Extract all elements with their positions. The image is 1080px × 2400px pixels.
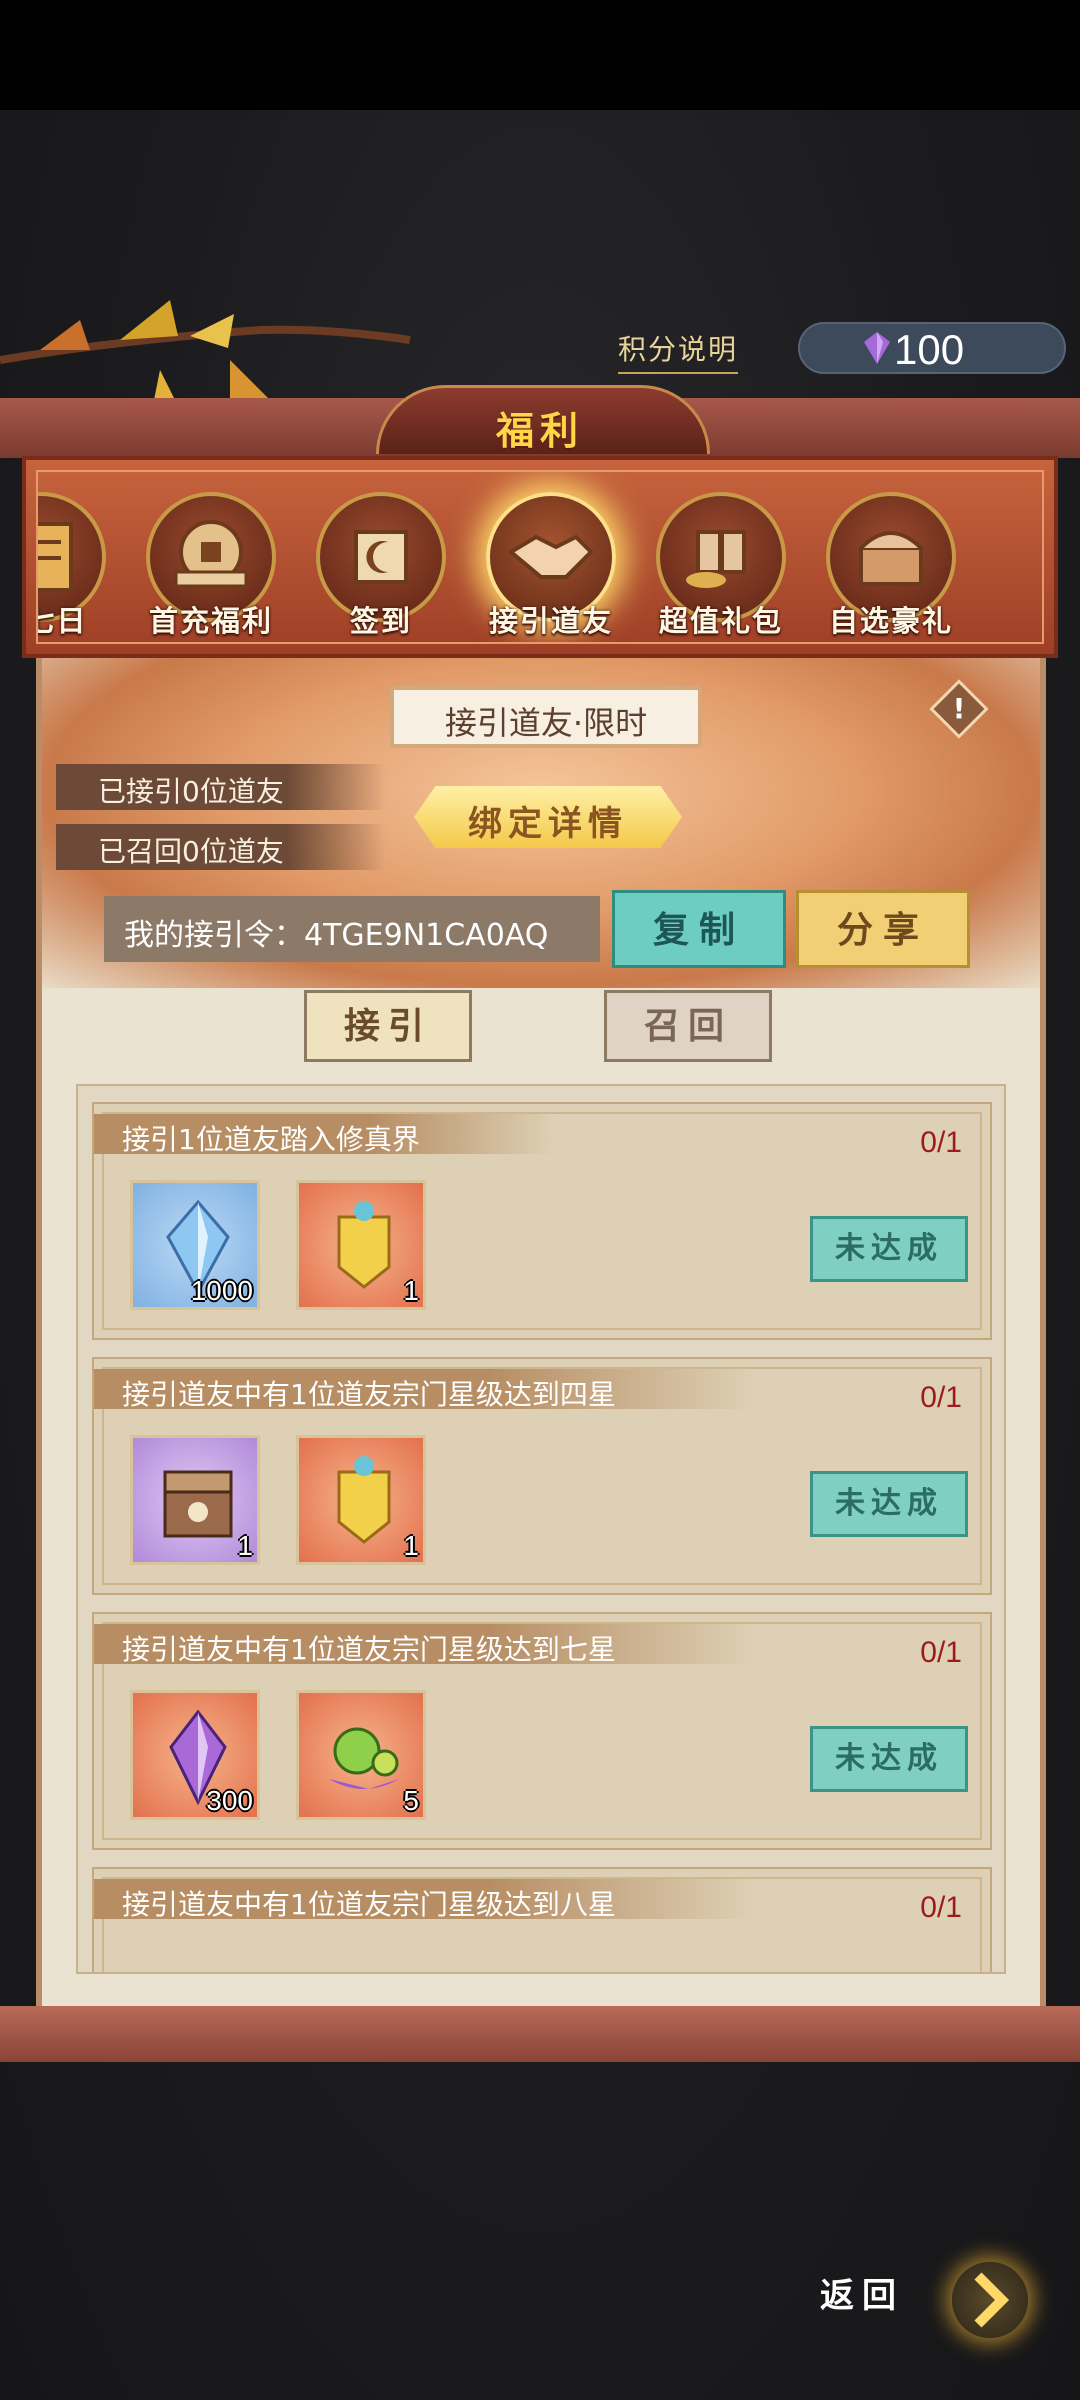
task-title: 接引道友中有1位道友宗门星级达到四星	[122, 1378, 616, 1411]
tab-label: 接引道友	[488, 604, 613, 638]
info-button[interactable]: !	[929, 679, 989, 739]
copy-button[interactable]: 复制	[612, 890, 786, 968]
tab-strip: 豪七日 首充福利 签到 接引道友 超值礼包 自选豪礼	[22, 456, 1058, 658]
points-value: 100	[894, 326, 965, 373]
info-icon: !	[952, 692, 966, 725]
reward-qty: 1000	[190, 1275, 253, 1306]
scroll-glyph	[38, 522, 73, 592]
tab-value-pack[interactable]: 超值礼包	[636, 472, 806, 642]
status-button[interactable]: 未达成	[810, 1216, 968, 1282]
tab-label: 签到	[349, 604, 412, 638]
status-button[interactable]: 未达成	[810, 1471, 968, 1537]
back-button[interactable]	[952, 2262, 1028, 2338]
task-title: 接引道友中有1位道友宗门星级达到八星	[122, 1888, 616, 1921]
status-button[interactable]: 未达成	[810, 1726, 968, 1792]
tab-seven-day[interactable]: 豪七日	[38, 472, 126, 642]
reward-item[interactable]: 1000	[130, 1180, 260, 1310]
task-progress: 0/1	[920, 1891, 962, 1924]
points-info-link[interactable]: 积分说明	[618, 328, 739, 374]
moon-scroll-glyph	[354, 530, 408, 584]
coin-glyph	[174, 520, 248, 588]
reward-item[interactable]: 1	[130, 1435, 260, 1565]
recalled-count: 已召回0位道友	[56, 824, 386, 870]
giftbox-glyph	[686, 530, 746, 588]
hero-banner: 接引道友·限时 ! 已接引0位道友 已召回0位道友 绑定详情 我的接引令：4TG…	[42, 658, 1040, 988]
chest-glyph	[859, 531, 923, 586]
handshake-glyph	[507, 534, 594, 579]
task-item: 接引道友中有1位道友宗门星级达到四星 0/1 1 1 未达成	[92, 1357, 992, 1595]
reward-qty: 1	[403, 1530, 419, 1561]
hero-title: 接引道友·限时	[444, 704, 648, 742]
bind-details-button[interactable]: 绑定详情	[414, 786, 682, 848]
tab-label: 首充福利	[148, 604, 273, 638]
purple-gem-icon	[864, 332, 890, 364]
code-label: 我的接引令：	[124, 918, 304, 953]
main-panel: 接引道友·限时 ! 已接引0位道友 已召回0位道友 绑定详情 我的接引令：4TG…	[36, 658, 1046, 2006]
reward-qty: 300	[206, 1785, 253, 1816]
invited-count: 已接引0位道友	[56, 764, 386, 810]
task-list[interactable]: 接引1位道友踏入修真界 0/1 1000 1 未达成 接引道友中有1位道友宗门星…	[76, 1084, 1006, 1974]
tab-first-recharge[interactable]: 首充福利	[126, 472, 296, 642]
chevron-right-icon	[974, 2272, 1010, 2328]
reward-qty: 1	[237, 1530, 253, 1561]
tab-sign-in[interactable]: 签到	[296, 472, 466, 642]
points-balance: 100	[798, 322, 1066, 374]
tab-invite-friends[interactable]: 接引道友	[466, 472, 636, 642]
invite-code-label: 我的接引令：4TGE9N1CA0AQ	[124, 910, 548, 954]
reward-item[interactable]: 5	[296, 1690, 426, 1820]
tab-label: 超值礼包	[658, 604, 783, 638]
task-item: 接引道友中有1位道友宗门星级达到七星 0/1 300 5 未达成	[92, 1612, 992, 1850]
task-progress: 0/1	[920, 1381, 962, 1414]
status-bar	[0, 0, 1080, 110]
task-item: 接引1位道友踏入修真界 0/1 1000 1 未达成	[92, 1102, 992, 1340]
recalled-count-text: 已召回0位道友	[98, 835, 284, 868]
reward-qty: 5	[403, 1785, 419, 1816]
task-title: 接引道友中有1位道友宗门星级达到七星	[122, 1633, 616, 1666]
reward-item[interactable]: 300	[130, 1690, 260, 1820]
tab-recall[interactable]: 召回	[604, 990, 772, 1062]
golden-talisman-icon	[337, 1201, 391, 1289]
bind-button-label: 绑定详情	[468, 804, 628, 844]
task-item: 接引道友中有1位道友宗门星级达到八星 0/1	[92, 1867, 992, 1972]
reward-item[interactable]: 1	[296, 1180, 426, 1310]
tab-optional-gift[interactable]: 自选豪礼	[806, 472, 976, 642]
tab-invite[interactable]: 接引	[304, 990, 472, 1062]
invite-code-box: 我的接引令：4TGE9N1CA0AQ	[104, 896, 600, 962]
code-value: 4TGE9N1CA0AQ	[304, 918, 549, 953]
hero-title-box: 接引道友·限时	[390, 686, 702, 748]
reward-item[interactable]: 1	[296, 1435, 426, 1565]
treasure-chest-icon	[163, 1470, 233, 1538]
page-title: 福利	[495, 408, 584, 453]
back-label[interactable]: 返回	[820, 2268, 904, 2317]
task-title: 接引1位道友踏入修真界	[122, 1123, 420, 1156]
share-button[interactable]: 分享	[796, 890, 970, 968]
reward-qty: 1	[403, 1275, 419, 1306]
task-progress: 0/1	[920, 1126, 962, 1159]
tab-label: 自选豪礼	[828, 604, 953, 638]
spirit-fruit-icon	[329, 1727, 399, 1789]
floor-frame	[0, 2006, 1080, 2062]
invited-count-text: 已接引0位道友	[98, 775, 284, 808]
task-progress: 0/1	[920, 1636, 962, 1669]
golden-talisman-icon	[337, 1456, 391, 1544]
